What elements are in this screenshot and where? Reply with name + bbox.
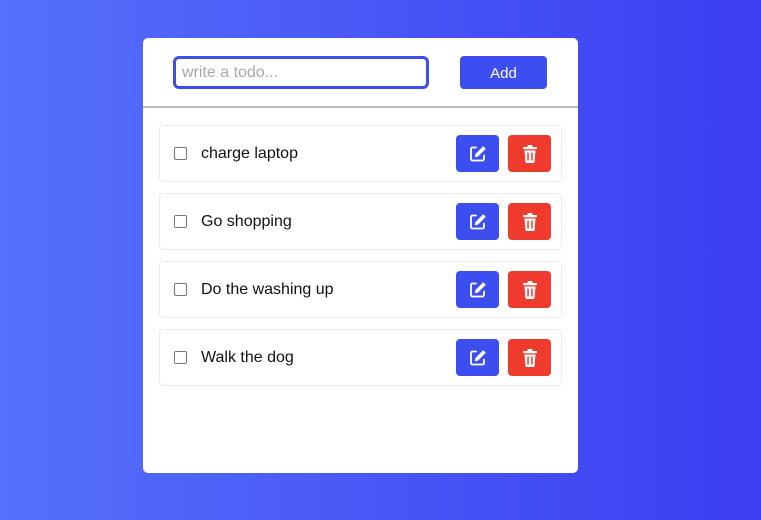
todo-item: Walk the dog xyxy=(159,329,562,386)
todo-checkbox[interactable] xyxy=(174,351,187,364)
trash-icon xyxy=(521,280,539,300)
trash-icon xyxy=(521,348,539,368)
edit-button[interactable] xyxy=(456,203,499,240)
todo-item: Do the washing up xyxy=(159,261,562,318)
todo-text: Do the washing up xyxy=(201,281,334,298)
edit-button[interactable] xyxy=(456,271,499,308)
todo-checkbox[interactable] xyxy=(174,147,187,160)
edit-button[interactable] xyxy=(456,339,499,376)
todo-item: charge laptop xyxy=(159,125,562,182)
edit-button[interactable] xyxy=(456,135,499,172)
todo-checkbox[interactable] xyxy=(174,283,187,296)
todo-text: charge laptop xyxy=(201,145,298,162)
edit-icon xyxy=(468,144,488,164)
todo-card: Add charge laptop xyxy=(143,38,578,473)
todo-list: charge laptop Go shopping Do the washing… xyxy=(159,125,562,397)
delete-button[interactable] xyxy=(508,203,551,240)
edit-icon xyxy=(468,280,488,300)
todo-item: Go shopping xyxy=(159,193,562,250)
delete-button[interactable] xyxy=(508,271,551,308)
add-button[interactable]: Add xyxy=(460,56,547,89)
todo-text: Walk the dog xyxy=(201,349,294,366)
trash-icon xyxy=(521,212,539,232)
todo-form: Add xyxy=(143,38,578,108)
trash-icon xyxy=(521,144,539,164)
delete-button[interactable] xyxy=(508,135,551,172)
todo-input[interactable] xyxy=(173,56,429,89)
edit-icon xyxy=(468,212,488,232)
todo-checkbox[interactable] xyxy=(174,215,187,228)
todo-text: Go shopping xyxy=(201,213,292,230)
edit-icon xyxy=(468,348,488,368)
delete-button[interactable] xyxy=(508,339,551,376)
